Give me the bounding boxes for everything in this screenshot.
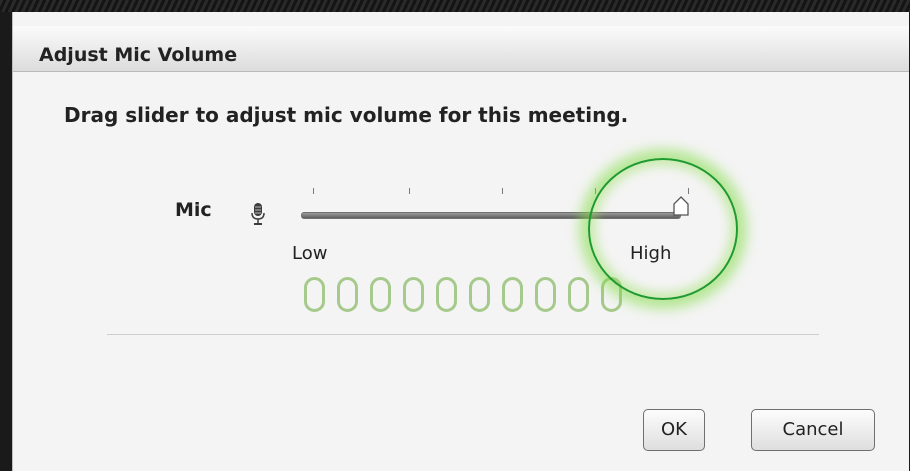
meter-segment (337, 277, 358, 312)
meter-segment (370, 277, 391, 312)
mic-level-meter (304, 277, 622, 312)
dialog-title: Adjust Mic Volume (39, 44, 238, 66)
dialog-titlebar: Adjust Mic Volume (13, 26, 909, 72)
highlight-annotation-circle (588, 158, 738, 300)
separator-line (107, 334, 819, 335)
slider-tick (502, 188, 503, 194)
meter-segment (403, 277, 424, 312)
slider-tick (409, 188, 410, 194)
slider-tick (313, 188, 314, 194)
meter-segment (502, 277, 523, 312)
mic-label: Mic (175, 199, 212, 221)
adjust-mic-volume-dialog: Adjust Mic Volume Drag slider to adjust … (12, 12, 909, 471)
meter-segment (436, 277, 457, 312)
instruction-text: Drag slider to adjust mic volume for thi… (64, 103, 629, 127)
meter-segment (304, 277, 325, 312)
ok-button[interactable]: OK (643, 409, 705, 451)
slider-tick (595, 188, 596, 194)
slider-min-label: Low (292, 243, 328, 264)
meter-segment (469, 277, 490, 312)
microphone-icon (251, 203, 265, 225)
window-top-strip (0, 0, 910, 12)
cancel-button[interactable]: Cancel (751, 409, 875, 451)
meter-segment (568, 277, 589, 312)
meter-segment (535, 277, 556, 312)
